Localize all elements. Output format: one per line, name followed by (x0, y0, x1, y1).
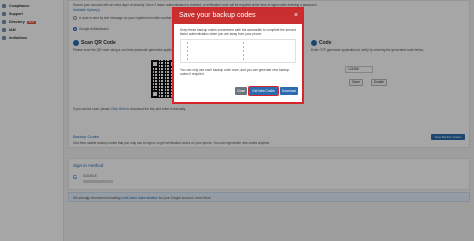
modal-title: Save your backup codes (179, 12, 256, 19)
close-icon[interactable]: × (294, 12, 298, 19)
download-button[interactable]: Download (280, 87, 298, 95)
modal-header: Save your backup codes × (174, 9, 302, 24)
modal-warning: You can only use each backup code once, … (180, 68, 290, 76)
backup-codes-modal: Save your backup codes × Keep these back… (172, 7, 304, 104)
backup-code: • (243, 57, 245, 61)
modal-description: Keep these backup codes somewhere safe b… (180, 28, 296, 36)
get-new-codes-button[interactable]: Get New Codes (247, 85, 280, 97)
close-button[interactable]: Close (235, 87, 247, 95)
backup-codes-list: • • • • • • • • • • (180, 39, 296, 63)
backup-code: • (187, 57, 189, 61)
